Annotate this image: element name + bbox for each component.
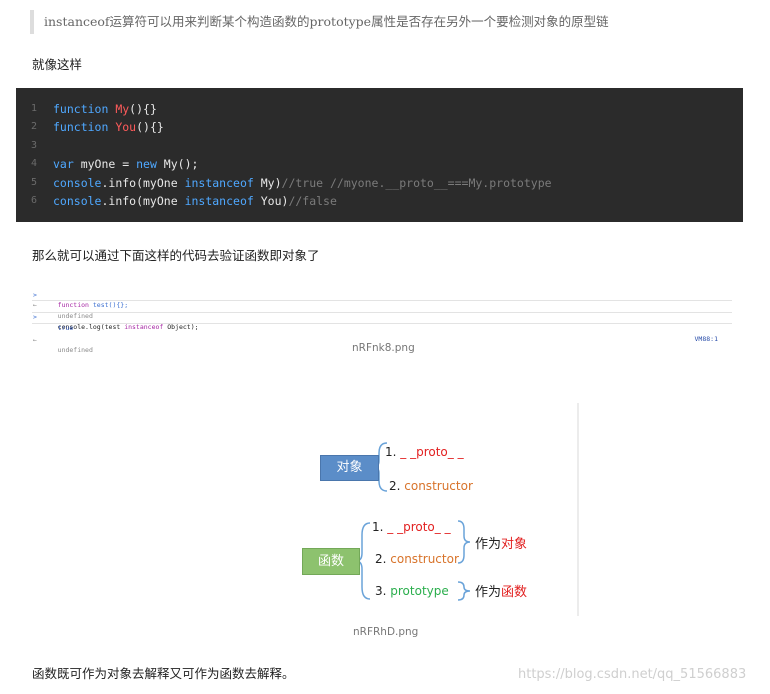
blockquote: instanceof运算符可以用来判断某个构造函数的prototype属性是否存… <box>30 10 750 34</box>
item-text: _ _proto_ _ <box>400 445 464 459</box>
console-row: > console.log(test instanceof Object); <box>32 301 732 332</box>
code-token: .info(myOne <box>101 193 185 208</box>
code-token: .info(myOne <box>101 175 185 190</box>
image-caption-2: nRFRhD.png <box>353 626 419 638</box>
item-number: 3. <box>375 584 391 598</box>
as-object-text: 对象 <box>501 537 528 552</box>
code-line: 4 var myOne = new My(); <box>16 155 743 173</box>
console-output: undefined <box>57 346 93 354</box>
code-line: 1 function My(){} <box>16 100 743 118</box>
code-token: function <box>53 102 116 116</box>
code-token: function <box>53 120 116 135</box>
console-row: true VM88:1 <box>32 313 732 343</box>
code-token: var <box>53 157 81 172</box>
code-token: My <box>115 102 130 116</box>
console-return-arrow: ← <box>33 335 37 344</box>
code-token: My(); <box>163 157 199 172</box>
item-number: 1. <box>385 445 401 459</box>
code-token: You) <box>260 193 289 208</box>
object-item-constructor: 2. constructor <box>389 479 473 493</box>
watermark: https://blog.csdn.net/qq_51566883 <box>518 667 747 682</box>
console-row: ← undefined <box>32 290 732 320</box>
function-item-prototype: 3. prototype <box>375 584 449 598</box>
code-token: (){} <box>136 120 164 135</box>
object-item-proto: 1. _ _proto_ _ <box>385 445 464 459</box>
object-function-diagram: 对象 函数 1. _ _proto_ _ 2. constructor 1. _… <box>292 403 580 618</box>
code-token: instanceof <box>184 175 261 190</box>
image-caption-1: nRFnk8.png <box>352 342 415 354</box>
item-number: 2. <box>375 552 391 566</box>
code-block: 1 function My(){} 2 function You(){} 3 4… <box>16 88 743 222</box>
code-token: You <box>115 120 137 135</box>
code-token: myOne = <box>80 157 137 172</box>
code-token: (){} <box>129 102 157 116</box>
line-number: 6 <box>31 194 38 206</box>
paragraph-conclusion: 函数既可作为对象去解释又可作为函数去解释。 <box>32 666 295 681</box>
code-token: console <box>53 193 102 208</box>
brace-as-function <box>457 581 471 601</box>
as-object-label: 作为对象 <box>475 533 527 552</box>
line-number: 3 <box>31 139 38 151</box>
code-line: 2 function You(){} <box>16 118 743 136</box>
as-function-label: 作为函数 <box>475 581 527 600</box>
quote-text: instanceof运算符可以用来判断某个构造函数的prototype属性是否存… <box>44 14 609 29</box>
line-number: 2 <box>31 121 38 133</box>
line-number: 5 <box>31 176 38 188</box>
code-line: 3 <box>16 137 743 155</box>
item-text: constructor <box>404 479 473 493</box>
code-token: instanceof <box>184 193 261 208</box>
item-number: 2. <box>389 479 405 493</box>
line-number: 1 <box>31 103 38 114</box>
object-box: 对象 <box>320 455 379 481</box>
code-token: My) <box>260 175 282 190</box>
devtools-console-screenshot: > function test(){}; ← undefined > conso… <box>32 279 732 355</box>
item-text: constructor <box>390 552 459 566</box>
item-text: prototype <box>390 584 449 598</box>
code-token: new <box>136 157 164 172</box>
item-text: _ _proto_ _ <box>387 520 451 534</box>
brace-as-object <box>457 520 471 564</box>
code-line: 6 console .info(myOne instanceof You)//fa… <box>16 192 743 210</box>
as-label: 作为 <box>475 537 502 552</box>
function-item-constructor: 2. constructor <box>375 552 459 566</box>
paragraph-verify: 那么就可以通过下面这样的代码去验证函数即对象了 <box>32 248 320 263</box>
item-number: 1. <box>372 520 388 534</box>
code-token: console <box>53 175 102 190</box>
console-source-link[interactable]: VM88:1 <box>695 334 718 345</box>
function-item-proto: 1. _ _proto_ _ <box>372 520 451 534</box>
paragraph-like-this: 就像这样 <box>32 57 83 72</box>
as-label: 作为 <box>475 585 502 600</box>
as-function-text: 函数 <box>501 585 528 600</box>
console-row: > function test(){}; <box>32 279 732 310</box>
code-line: 5 console .info(myOne instanceof My)//tru… <box>16 174 743 192</box>
code-comment: //false <box>288 193 337 208</box>
code-comment: //true //myone.__proto__===My.prototype <box>281 175 552 190</box>
line-number: 4 <box>31 158 38 170</box>
console-row: ← undefined <box>32 324 732 355</box>
function-box: 函数 <box>302 548 360 575</box>
